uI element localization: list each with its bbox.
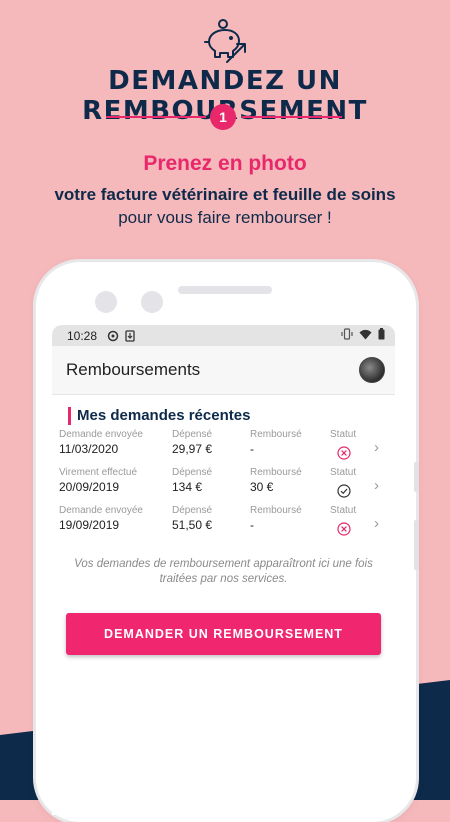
vibrate-icon	[341, 328, 353, 343]
status-bar: 10:28	[52, 325, 395, 346]
status-label: Statut	[330, 505, 357, 516]
date-label: Demande envoyée	[59, 505, 143, 516]
spent-value: 29,97 €	[172, 442, 213, 456]
status-rejected-icon	[337, 522, 351, 536]
refund-value: -	[250, 518, 254, 532]
step-number-badge: 1	[210, 104, 236, 130]
step-divider-right	[242, 116, 342, 118]
battery-icon	[378, 328, 385, 343]
status-time: 10:28	[67, 328, 98, 343]
info-note: Vos demandes de remboursement apparaîtro…	[74, 558, 373, 585]
chevron-right-icon[interactable]: ›	[374, 439, 379, 456]
download-icon	[125, 329, 135, 342]
phone-side-button-bottom	[414, 520, 419, 570]
status-approved-icon	[337, 484, 351, 498]
phone-camera-left	[95, 291, 117, 313]
chevron-right-icon[interactable]: ›	[374, 477, 379, 494]
status-label: Statut	[330, 429, 357, 440]
piggy-bank-icon	[204, 19, 246, 63]
spent-value: 51,50 €	[172, 518, 213, 532]
date-label: Demande envoyée	[59, 429, 143, 440]
requests-list: Demande envoyée 11/03/2020 Dépensé 29,97…	[52, 429, 395, 543]
vpn-icon	[107, 330, 119, 342]
date-value: 11/03/2020	[59, 442, 119, 456]
status-rejected-icon	[337, 446, 351, 460]
refund-label: Remboursé	[250, 505, 302, 516]
recent-requests-heading: Mes demandes récentes	[68, 407, 395, 425]
wifi-icon	[359, 329, 372, 343]
phone-speaker	[178, 286, 272, 294]
refund-value: -	[250, 442, 254, 456]
phone-screen: 10:28 Remboursements Mes demandes récent…	[52, 325, 395, 815]
phone-camera-right	[141, 291, 163, 313]
date-label: Virement effectué	[59, 467, 138, 478]
request-row[interactable]: Demande envoyée 19/09/2019 Dépensé 51,50…	[52, 505, 395, 543]
app-bar: Remboursements	[52, 346, 395, 395]
date-value: 20/09/2019	[59, 480, 120, 494]
request-row[interactable]: Virement effectué 20/09/2019 Dépensé 134…	[52, 467, 395, 505]
spent-value: 134 €	[172, 480, 203, 494]
status-label: Statut	[330, 467, 357, 478]
profile-avatar[interactable]	[359, 357, 385, 383]
tagline-highlight: Prenez en photo	[143, 152, 307, 175]
app-title: Remboursements	[66, 360, 201, 379]
tagline-bold: votre facture vétérinaire et feuille de …	[54, 185, 396, 204]
date-value: 19/09/2019	[59, 518, 120, 532]
chevron-right-icon[interactable]: ›	[374, 515, 379, 532]
request-row[interactable]: Demande envoyée 11/03/2020 Dépensé 29,97…	[52, 429, 395, 467]
request-refund-button[interactable]: DEMANDER UN REMBOURSEMENT	[66, 613, 381, 655]
spent-label: Dépensé	[172, 429, 213, 440]
phone-side-button-top	[414, 462, 419, 492]
refund-value: 30 €	[250, 480, 274, 494]
tagline-plain: pour vous faire rembourser !	[118, 208, 332, 227]
spent-label: Dépensé	[172, 505, 213, 516]
step-divider-left	[106, 116, 206, 118]
refund-label: Remboursé	[250, 429, 302, 440]
spent-label: Dépensé	[172, 467, 213, 478]
refund-label: Remboursé	[250, 467, 302, 478]
